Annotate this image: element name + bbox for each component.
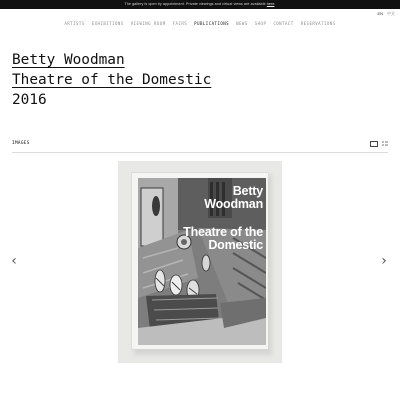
nav-item-news[interactable]: NEWS — [236, 21, 248, 26]
cover-title-line1: Theatre of the — [183, 225, 263, 239]
nav-item-exhibitions[interactable]: EXHIBITIONS — [92, 21, 124, 26]
publication-author: Betty Woodman — [12, 52, 125, 68]
nav-item-publications[interactable]: PUBLICATIONS — [194, 21, 229, 26]
nav-item-artists[interactable]: ARTISTS — [64, 21, 84, 26]
single-view-icon[interactable] — [370, 141, 378, 147]
nav-item-viewing-room[interactable]: VIEWING ROOM — [131, 21, 166, 26]
announcement-end: . — [274, 2, 276, 6]
main-nav: ARTISTS EXHIBITIONS VIEWING ROOM FAIRS P… — [0, 21, 400, 26]
announcement-text: The gallery is open by appointment. Priv… — [124, 2, 266, 6]
view-toggle — [370, 141, 388, 147]
next-image-arrow-icon[interactable]: › — [381, 252, 387, 270]
previous-image-arrow-icon[interactable]: ‹ — [11, 252, 17, 270]
nav-item-contact[interactable]: CONTACT — [273, 21, 293, 26]
language-zh[interactable]: 中文 — [387, 11, 395, 17]
publication-title: Theatre of the Domestic — [12, 72, 212, 88]
page-title: Betty Woodman Theatre of the Domestic 20… — [12, 50, 211, 110]
nav-item-shop[interactable]: SHOP — [255, 21, 267, 26]
cover-title: Theatre of the Domestic — [183, 226, 263, 251]
announcement-bar: The gallery is open by appointment. Priv… — [0, 0, 400, 9]
nav-item-fairs[interactable]: FAIRS — [173, 21, 188, 26]
cover-title-line2: Domestic — [208, 237, 263, 252]
images-label: IMAGES — [12, 141, 30, 146]
language-switcher: EN 中文 — [377, 11, 395, 17]
cover-author: Betty Woodman — [204, 185, 263, 210]
book-cover-image: Betty Woodman Theatre of the Domestic — [132, 173, 268, 349]
image-viewer[interactable]: Betty Woodman Theatre of the Domestic — [118, 161, 282, 363]
images-section-header: IMAGES — [12, 140, 388, 153]
nav-item-reservations[interactable]: RESERVATIONS — [301, 21, 336, 26]
language-en[interactable]: EN — [377, 11, 383, 17]
cover-author-line1: Betty — [232, 184, 263, 198]
cover-author-line2: Woodman — [204, 196, 263, 211]
publication-year: 2016 — [12, 92, 47, 108]
grid-view-icon[interactable] — [382, 141, 388, 146]
